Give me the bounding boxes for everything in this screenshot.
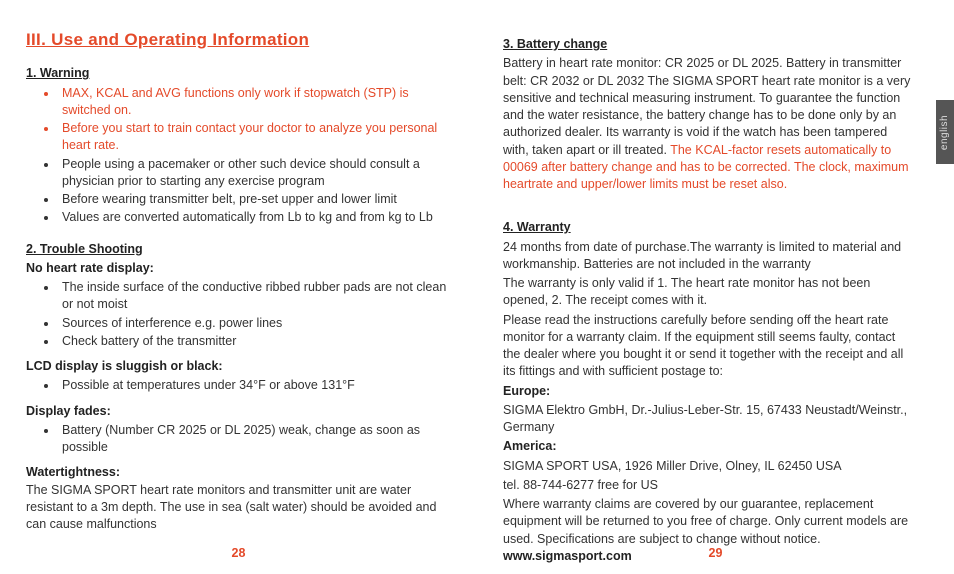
list-item: People using a pacemaker or other such d… <box>58 156 451 191</box>
no-heart-rate-label: No heart rate display: <box>26 260 451 277</box>
list-item: MAX, KCAL and AVG functions only work if… <box>58 85 451 120</box>
display-fades-list: Battery (Number CR 2025 or DL 2025) weak… <box>26 422 451 457</box>
warranty-p2: The warranty is only valid if 1. The hea… <box>503 275 916 310</box>
display-fades-label: Display fades: <box>26 403 451 420</box>
america-address2: tel. 88-744-6277 free for US <box>503 477 916 494</box>
left-page: III. Use and Operating Information 1. Wa… <box>0 0 477 574</box>
language-tab-label: english <box>940 114 951 149</box>
section-title: III. Use and Operating Information <box>26 28 451 51</box>
battery-text: Battery in heart rate monitor: CR 2025 o… <box>503 56 910 156</box>
europe-address: SIGMA Elektro GmbH, Dr.-Julius-Leber-Str… <box>503 402 916 437</box>
warranty-p3: Please read the instructions carefully b… <box>503 312 916 381</box>
battery-body: Battery in heart rate monitor: CR 2025 o… <box>503 55 916 193</box>
battery-section: 3. Battery change Battery in heart rate … <box>503 36 916 193</box>
lcd-list: Possible at temperatures under 34°F or a… <box>26 377 451 394</box>
list-item: Values are converted automatically from … <box>58 209 451 226</box>
america-label: America: <box>503 438 916 455</box>
watertight-label: Watertightness: <box>26 464 451 481</box>
warranty-p1: 24 months from date of purchase.The warr… <box>503 239 916 274</box>
warning-section: 1. Warning MAX, KCAL and AVG functions o… <box>26 65 451 226</box>
list-item: Before wearing transmitter belt, pre-set… <box>58 191 451 208</box>
troubleshoot-section: 2. Trouble Shooting No heart rate displa… <box>26 241 451 534</box>
page-number-right: 29 <box>477 545 954 562</box>
list-item: The inside surface of the conductive rib… <box>58 279 451 314</box>
watertight-text: The SIGMA SPORT heart rate monitors and … <box>26 482 451 534</box>
lcd-label: LCD display is sluggish or black: <box>26 358 451 375</box>
list-item: Possible at temperatures under 34°F or a… <box>58 377 451 394</box>
manual-spread: III. Use and Operating Information 1. Wa… <box>0 0 954 574</box>
america-address1: SIGMA SPORT USA, 1926 Miller Drive, Olne… <box>503 458 916 475</box>
list-item: Before you start to train contact your d… <box>58 120 451 155</box>
list-item: Sources of interference e.g. power lines <box>58 315 451 332</box>
warranty-heading: 4. Warranty <box>503 219 916 236</box>
page-number-left: 28 <box>0 545 477 562</box>
language-tab: english <box>936 100 954 164</box>
battery-heading: 3. Battery change <box>503 36 916 53</box>
europe-label: Europe: <box>503 383 916 400</box>
no-heart-rate-list: The inside surface of the conductive rib… <box>26 279 451 350</box>
troubleshoot-heading: 2. Trouble Shooting <box>26 241 451 258</box>
list-item: Check battery of the transmitter <box>58 333 451 350</box>
warranty-section: 4. Warranty 24 months from date of purch… <box>503 219 916 565</box>
warning-list: MAX, KCAL and AVG functions only work if… <box>26 85 451 227</box>
warning-heading: 1. Warning <box>26 65 451 82</box>
right-page: 3. Battery change Battery in heart rate … <box>477 0 954 574</box>
list-item: Battery (Number CR 2025 or DL 2025) weak… <box>58 422 451 457</box>
